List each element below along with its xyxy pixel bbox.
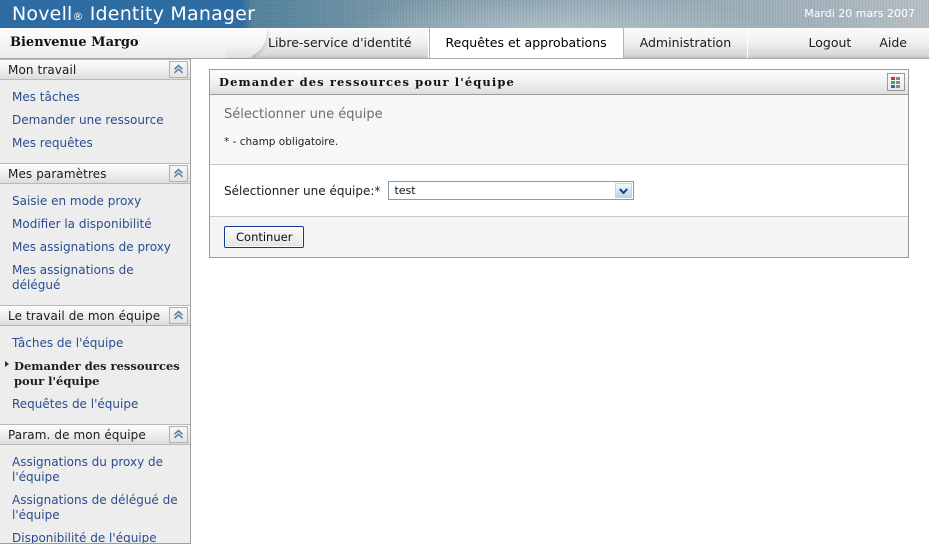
sidebar-items-my-work: Mes tâches Demander une ressource Mes re… bbox=[0, 80, 190, 163]
sidebar-section-my-settings: Mes paramètres Saisie en mode proxy Modi… bbox=[0, 163, 190, 305]
panel-info-area: Sélectionner une équipe * - champ obliga… bbox=[210, 95, 908, 165]
grid-cell-gray-3 bbox=[895, 84, 900, 88]
sidebar-items-my-settings: Saisie en mode proxy Modifier la disponi… bbox=[0, 184, 190, 305]
request-team-resources-panel: Demander des ressources pour l'équipe Sé… bbox=[209, 69, 909, 258]
brand-logo: Novell® Identity Manager bbox=[12, 0, 255, 28]
sidebar-section-my-work: Mon travail Mes tâches Demander une ress… bbox=[0, 59, 190, 163]
color-grid-glyph bbox=[890, 76, 902, 88]
page-title: Demander des ressources pour l'équipe bbox=[219, 75, 515, 89]
chevron-double-up-icon[interactable] bbox=[169, 61, 188, 78]
panel-form-area: Sélectionner une équipe:* test bbox=[210, 165, 908, 217]
grid-cell-gray-1 bbox=[895, 76, 900, 80]
sidebar-section-title: Param. de mon équipe bbox=[8, 427, 146, 442]
panel-header: Demander des ressources pour l'équipe bbox=[210, 70, 908, 95]
team-select[interactable]: test bbox=[388, 181, 635, 200]
required-field-note: * - champ obligatoire. bbox=[224, 136, 339, 148]
sidebar-navigation: Mon travail Mes tâches Demander une ress… bbox=[0, 59, 191, 544]
chevron-double-up-icon[interactable] bbox=[169, 426, 188, 443]
continue-button[interactable]: Continuer bbox=[224, 226, 305, 248]
sidebar-section-title: Le travail de mon équipe bbox=[8, 308, 161, 323]
panel-subtitle: Sélectionner une équipe bbox=[224, 107, 383, 122]
current-date: Mardi 20 mars 2007 bbox=[804, 7, 915, 20]
sidebar-item-my-proxy-assignments[interactable]: Mes assignations de proxy bbox=[0, 236, 190, 259]
product-name: Identity Manager bbox=[89, 3, 256, 25]
sidebar-item-proxy-mode-entry[interactable]: Saisie en mode proxy bbox=[0, 190, 190, 213]
team-select-value: test bbox=[394, 184, 416, 197]
panel-actions-area: Continuer bbox=[210, 217, 908, 257]
app-banner: Novell® Identity Manager Mardi 20 mars 20… bbox=[0, 0, 929, 28]
main-tabs: Libre-service d'identité Requêtes et app… bbox=[252, 28, 749, 58]
chevron-double-up-icon[interactable] bbox=[169, 165, 188, 182]
sidebar-item-my-tasks[interactable]: Mes tâches bbox=[0, 86, 190, 109]
sidebar-items-my-team-work: Tâches de l'équipe Demander des ressourc… bbox=[0, 326, 190, 424]
brand-name: Novell bbox=[12, 3, 73, 25]
sidebar-items-my-team-settings: Assignations du proxy de l'équipe Assign… bbox=[0, 445, 190, 543]
page-body: Mon travail Mes tâches Demander une ress… bbox=[0, 59, 929, 554]
sidebar-item-edit-availability[interactable]: Modifier la disponibilité bbox=[0, 213, 190, 236]
sidebar-item-my-delegate-assignments[interactable]: Mes assignations de délégué bbox=[0, 259, 190, 297]
sidebar-item-label: Demander des ressources pour l'équipe bbox=[14, 359, 180, 388]
color-grid-icon[interactable] bbox=[887, 73, 905, 91]
logout-link[interactable]: Logout bbox=[795, 28, 866, 58]
sidebar-section-header-my-work[interactable]: Mon travail bbox=[0, 59, 190, 80]
grid-cell-green bbox=[890, 80, 895, 84]
current-item-bullet-icon bbox=[5, 361, 9, 367]
sidebar-section-header-my-team-settings[interactable]: Param. de mon équipe bbox=[0, 424, 190, 445]
sidebar-item-request-team-resources[interactable]: Demander des ressources pour l'équipe bbox=[0, 355, 190, 393]
main-content: Demander des ressources pour l'équipe Sé… bbox=[191, 59, 929, 554]
tab-requests-approvals[interactable]: Requêtes et approbations bbox=[428, 28, 624, 58]
sidebar-section-title: Mes paramètres bbox=[8, 166, 107, 181]
sidebar-item-team-availability[interactable]: Disponibilité de l'équipe bbox=[0, 527, 190, 543]
tab-bar: Bienvenue Margo Libre-service d'identité… bbox=[0, 28, 929, 59]
sidebar-item-request-resource[interactable]: Demander une ressource bbox=[0, 109, 190, 132]
grid-cell-red bbox=[890, 76, 895, 80]
sidebar-section-header-my-team-work[interactable]: Le travail de mon équipe bbox=[0, 305, 190, 326]
tab-identity-self-service[interactable]: Libre-service d'identité bbox=[252, 28, 429, 58]
welcome-message: Bienvenue Margo bbox=[10, 35, 139, 50]
team-select-label: Sélectionner une équipe:* bbox=[224, 183, 381, 198]
sidebar-item-team-proxy-assignments[interactable]: Assignations du proxy de l'équipe bbox=[0, 451, 190, 489]
sidebar-item-team-delegate-assignments[interactable]: Assignations de délégué de l'équipe bbox=[0, 489, 190, 527]
chevron-double-up-icon[interactable] bbox=[169, 307, 188, 324]
help-link[interactable]: Aide bbox=[865, 28, 921, 58]
sidebar-section-my-team-work: Le travail de mon équipe Tâches de l'équ… bbox=[0, 305, 190, 424]
tab-bar-actions: Logout Aide bbox=[795, 28, 921, 58]
grid-cell-gray-2 bbox=[895, 80, 900, 84]
chevron-down-icon[interactable] bbox=[615, 183, 633, 198]
sidebar-section-header-my-settings[interactable]: Mes paramètres bbox=[0, 163, 190, 184]
sidebar-section-my-team-settings: Param. de mon équipe Assignations du pro… bbox=[0, 424, 190, 543]
registered-mark-icon: ® bbox=[72, 10, 84, 23]
sidebar-item-team-requests[interactable]: Requêtes de l'équipe bbox=[0, 393, 190, 416]
sidebar-item-my-requests[interactable]: Mes requêtes bbox=[0, 132, 190, 155]
tab-administration[interactable]: Administration bbox=[624, 28, 749, 58]
sidebar-section-title: Mon travail bbox=[8, 62, 77, 77]
sidebar-item-team-tasks[interactable]: Tâches de l'équipe bbox=[0, 332, 190, 355]
grid-cell-blue bbox=[890, 84, 895, 88]
